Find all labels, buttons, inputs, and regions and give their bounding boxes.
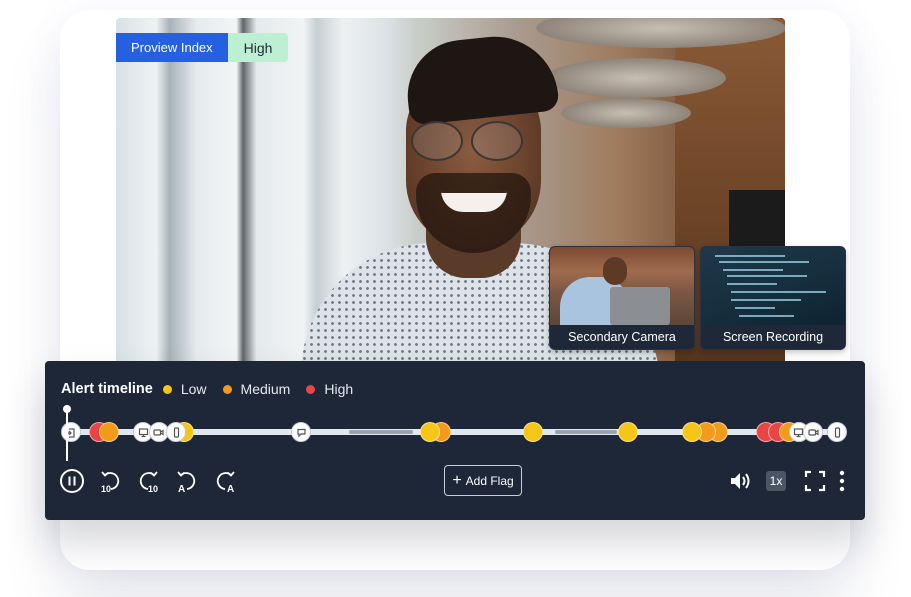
video-bg-lamp: [561, 98, 691, 128]
rewind-10-button[interactable]: 10: [98, 468, 124, 494]
legend-label-high: High: [324, 381, 354, 397]
video-subject-glasses-right: [471, 121, 523, 161]
timeline-playhead[interactable]: [66, 405, 68, 461]
volume-icon: [731, 473, 750, 489]
more-vertical-icon: [839, 470, 845, 492]
legend-dot-medium: [222, 384, 232, 394]
video-subject-hair: [402, 30, 560, 126]
legend-label-medium: Medium: [240, 381, 291, 397]
code-line: [719, 261, 809, 263]
add-flag-label: Add Flag: [465, 473, 514, 488]
add-flag-button[interactable]: + Add Flag: [444, 465, 522, 496]
thumb-person-head: [603, 257, 627, 285]
code-line: [735, 307, 775, 309]
alert-marker-low[interactable]: [617, 422, 638, 442]
mobile-phone-icon: [173, 426, 179, 438]
forward-10-icon: 10: [139, 471, 158, 494]
playback-controls: 10 10 A A + Add Flag 1x: [45, 464, 865, 498]
alert-marker-low[interactable]: [522, 422, 543, 442]
volume-button[interactable]: [727, 468, 753, 494]
timeline-gap-segment: [555, 430, 617, 434]
code-line: [723, 269, 783, 271]
code-line: [715, 255, 785, 257]
legend-item-low: Low: [162, 381, 207, 397]
code-line: [731, 299, 801, 301]
next-alert-button[interactable]: A: [212, 468, 238, 494]
forward-10-button[interactable]: 10: [135, 468, 161, 494]
proview-index-value: High: [227, 33, 289, 62]
event-marker-mobile-phone[interactable]: [827, 422, 847, 442]
legend-label-low: Low: [180, 381, 207, 397]
timeline-gap-segment: [348, 430, 414, 434]
fullscreen-button[interactable]: [802, 468, 828, 494]
event-marker-video-camera[interactable]: [803, 422, 824, 442]
event-marker-chat[interactable]: [291, 422, 312, 442]
alert-marker-medium[interactable]: [98, 422, 119, 442]
screen-recording-image: [701, 247, 845, 327]
screen-recording-caption: Screen Recording: [701, 325, 845, 349]
player-control-panel: Alert timeline Low Medium High 10 10 A A…: [45, 361, 865, 520]
legend-item-high: High: [306, 381, 353, 397]
alert-legend: Alert timeline Low Medium High: [61, 381, 369, 397]
code-line: [727, 275, 807, 277]
legend-dot-low: [162, 384, 172, 394]
previous-alert-icon: A: [177, 471, 196, 494]
playhead-handle[interactable]: [63, 405, 71, 413]
video-bg-lamp: [546, 58, 726, 98]
legend-dot-high: [306, 384, 316, 394]
forward-10-label: 10: [148, 484, 158, 494]
proview-index-badge: Proview Index High: [116, 33, 289, 62]
video-camera-icon: [153, 428, 164, 436]
video-subject-glasses-left: [411, 121, 463, 161]
proview-index-label: Proview Index: [116, 33, 228, 62]
pause-button[interactable]: [59, 468, 85, 494]
event-marker-exit[interactable]: [60, 422, 81, 442]
monitor-icon: [138, 427, 148, 437]
fullscreen-icon: [804, 470, 826, 492]
secondary-camera-image: [550, 247, 694, 327]
alert-timeline-title: Alert timeline: [61, 381, 153, 397]
rewind-10-label: 10: [101, 484, 111, 494]
secondary-camera-caption: Secondary Camera: [550, 325, 694, 349]
code-line: [739, 315, 794, 317]
previous-alert-button[interactable]: A: [174, 468, 200, 494]
thumb-laptop: [610, 287, 670, 325]
code-line: [727, 283, 777, 285]
video-camera-icon: [808, 428, 819, 436]
alert-timeline[interactable]: [45, 405, 865, 461]
secondary-camera-thumbnail[interactable]: Secondary Camera: [549, 246, 695, 350]
mobile-phone-icon: [834, 426, 840, 438]
video-bg-tv: [729, 190, 785, 250]
chat-icon: [296, 428, 306, 437]
plus-icon: +: [452, 471, 462, 489]
previous-alert-label: A: [178, 484, 185, 494]
code-line: [731, 291, 826, 293]
next-alert-icon: A: [216, 471, 235, 494]
pause-icon: [60, 469, 84, 493]
legend-item-medium: Medium: [222, 381, 291, 397]
more-options-button[interactable]: [831, 468, 853, 494]
rewind-10-icon: 10: [101, 471, 120, 494]
playback-speed-button[interactable]: 1x: [766, 471, 786, 491]
next-alert-label: A: [227, 484, 234, 494]
screen-recording-thumbnail[interactable]: Screen Recording: [700, 246, 846, 350]
